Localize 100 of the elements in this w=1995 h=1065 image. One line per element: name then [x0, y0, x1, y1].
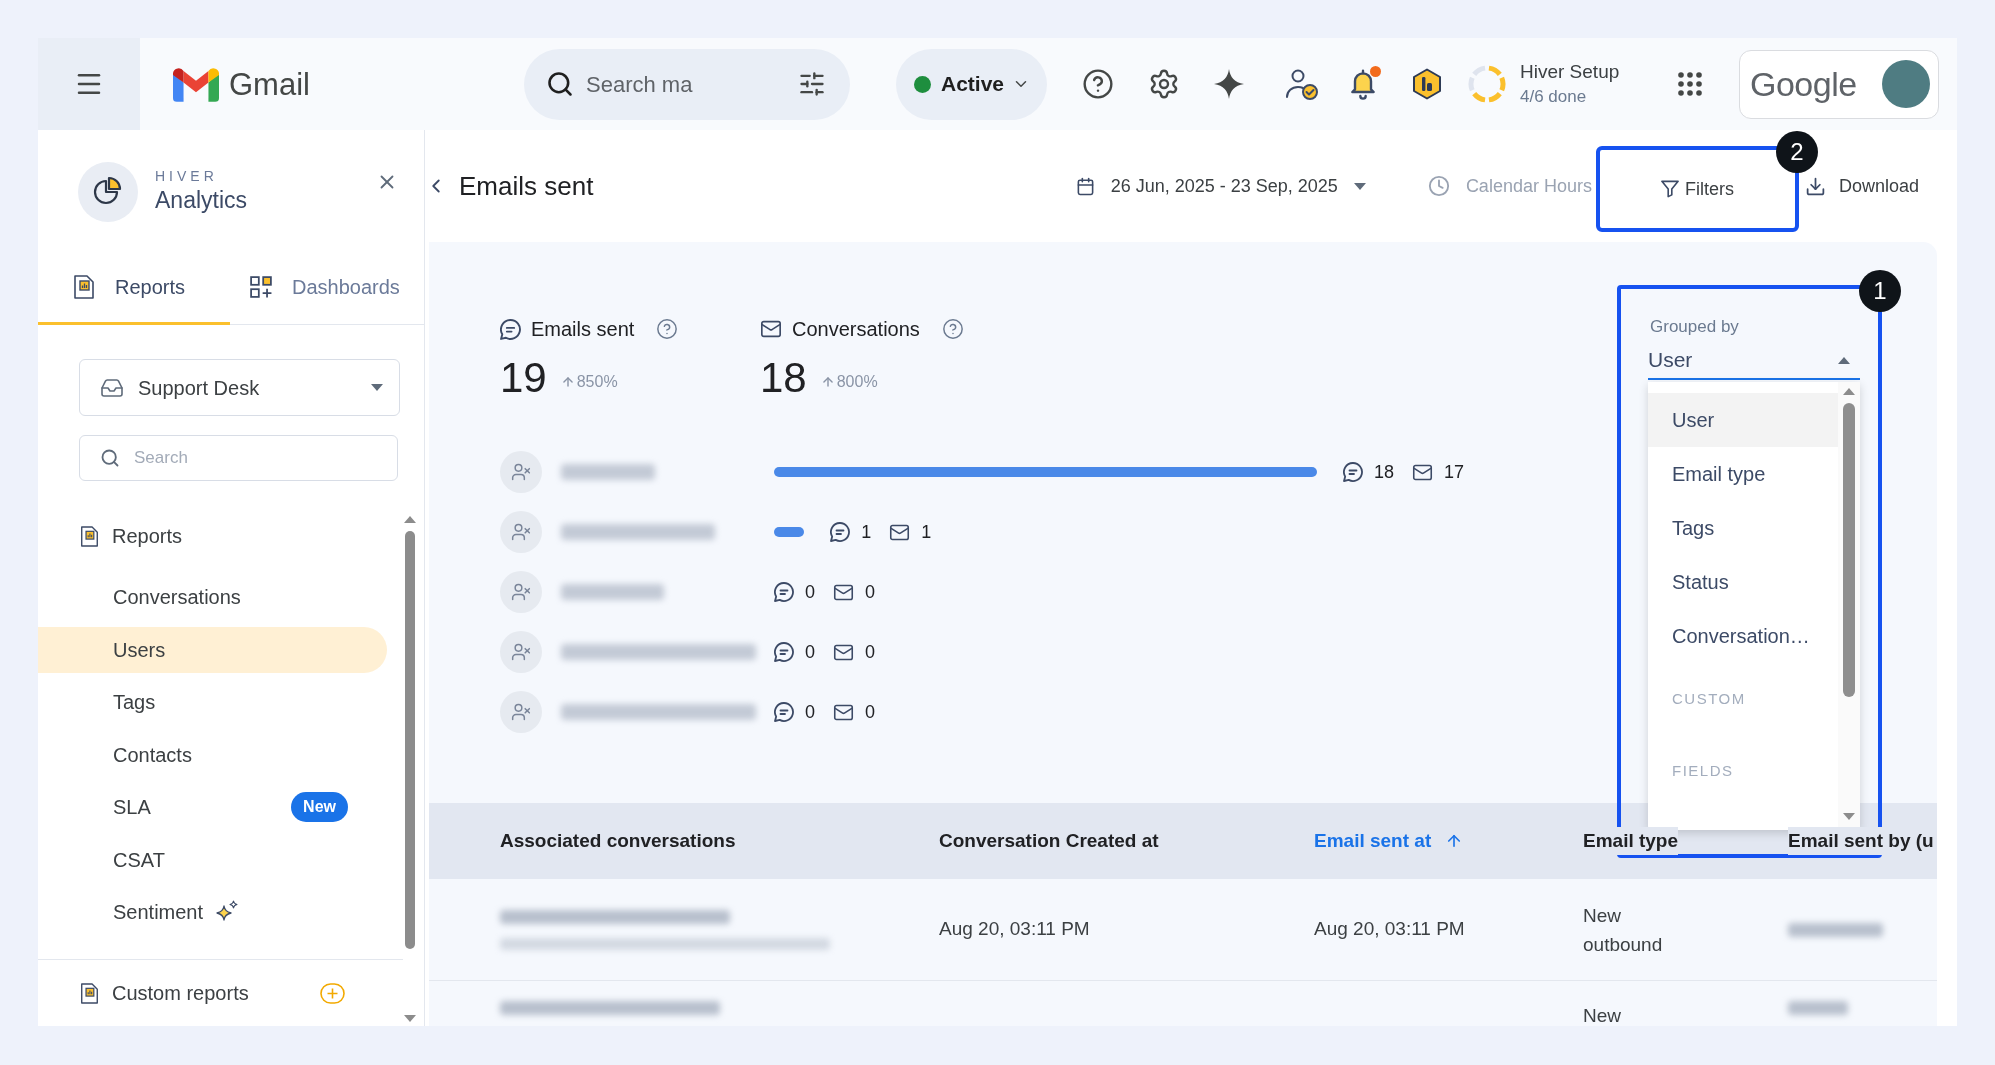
brand-title: Analytics	[155, 186, 248, 215]
brand-overline: HIVER	[155, 167, 219, 185]
grouped-by-select[interactable]: Grouped by User	[1648, 312, 1860, 380]
app-name: Gmail	[229, 68, 310, 100]
menu-section-heading: FIELDS	[1672, 760, 1734, 781]
emails-count: 0	[805, 700, 815, 724]
table-cell: Aug 20, 03:11 PM	[939, 918, 1090, 940]
status-button[interactable]: Active	[896, 48, 1047, 120]
scroll-down-icon	[404, 1015, 416, 1022]
date-range-button[interactable]: 26 Jun, 2025 - 23 Sep, 2025	[1075, 172, 1366, 200]
nav-item[interactable]: SLA New	[38, 784, 387, 831]
hexagon-logo-icon[interactable]	[1412, 68, 1442, 100]
conversations-count: 0	[865, 700, 876, 724]
menu-section-heading: CUSTOM	[1672, 688, 1746, 709]
count-bar	[774, 527, 805, 537]
scroll-down-icon	[1843, 813, 1855, 820]
table-cell-text: New outbound	[1583, 903, 1664, 957]
account-button[interactable]: Google	[1739, 49, 1939, 119]
caret-down-icon	[1353, 182, 1366, 190]
bell-icon[interactable]	[1349, 68, 1377, 100]
stat-change: 850%	[576, 372, 618, 392]
squares-plus-icon	[250, 276, 272, 298]
apps-grid-icon[interactable]	[1678, 72, 1702, 96]
emails-count: 0	[805, 640, 815, 664]
pie-chart-icon	[78, 162, 138, 222]
conversations-count: 1	[921, 520, 932, 544]
dropdown-option[interactable]: Conversation…	[1648, 609, 1838, 663]
user-avatar-icon	[500, 511, 542, 553]
stat-value: 18	[760, 355, 807, 401]
sliders-icon[interactable]	[798, 70, 826, 98]
page-title: Emails sent	[459, 169, 594, 203]
document-chart-icon	[80, 982, 99, 1004]
inbox-select[interactable]: Support Desk	[79, 359, 400, 416]
chat-bubble-icon	[774, 642, 794, 662]
conversations-count: 0	[865, 640, 876, 664]
stat-label: Conversations	[792, 317, 920, 342]
dropdown-option[interactable]: Tags	[1648, 501, 1838, 555]
column-header[interactable]: Email sent by (u	[1788, 826, 1934, 856]
download-icon	[1804, 175, 1826, 197]
user-avatar-icon	[500, 451, 542, 493]
chat-bubble-icon	[500, 318, 521, 340]
sidebar-tab[interactable]: Reports	[38, 252, 230, 325]
blurred-text	[1788, 1001, 1848, 1015]
calendar-icon	[1075, 176, 1095, 196]
mail-icon	[760, 318, 782, 340]
dropdown-option[interactable]: User	[1648, 393, 1838, 447]
table-cell-text: New	[1583, 1004, 1622, 1026]
sparkle-icon[interactable]	[1214, 69, 1244, 99]
stat-value: 19	[500, 355, 547, 401]
nav-item[interactable]: Conversations	[38, 574, 387, 621]
funnel-icon	[1660, 180, 1679, 198]
emails-count: 18	[1374, 460, 1395, 484]
sidebar-tab[interactable]: Dashboards	[230, 252, 408, 325]
document-chart-icon	[80, 525, 99, 547]
nav-item[interactable]: CSAT	[38, 836, 387, 883]
scrollbar-thumb[interactable]	[1843, 403, 1855, 697]
document-chart-icon	[73, 275, 95, 299]
search-icon	[546, 70, 574, 98]
custom-reports-link[interactable]: Custom reports	[112, 978, 249, 1008]
section-title: Reports	[112, 524, 183, 549]
nav-item[interactable]: Sentiment	[38, 889, 387, 936]
conversations-count: 0	[865, 580, 876, 604]
dropdown-option[interactable]: Status	[1648, 555, 1838, 609]
dropdown-option[interactable]: Email type	[1648, 447, 1838, 501]
m-logo-icon	[173, 66, 219, 102]
avatar-placeholder	[1882, 60, 1930, 108]
nav-item[interactable]: Users	[38, 626, 387, 673]
table-cell: Aug 20, 03:11 PM	[1314, 918, 1465, 940]
help-icon[interactable]	[656, 318, 679, 340]
clock-icon	[1427, 175, 1450, 197]
download-button[interactable]: Download	[1804, 172, 1919, 200]
nav-item[interactable]: Contacts	[38, 731, 387, 778]
caret-down-icon	[371, 384, 383, 391]
chat-bubble-icon	[774, 702, 794, 722]
user-avatar-icon	[500, 571, 542, 613]
user-check-icon[interactable]	[1285, 68, 1319, 100]
stat-change: 800%	[836, 372, 878, 392]
stat-label: Emails sent	[531, 317, 635, 342]
callout-marker: 2	[1775, 131, 1818, 173]
emails-count: 1	[861, 520, 872, 544]
chat-bubble-icon	[1343, 462, 1363, 482]
column-header[interactable]: Email type	[1583, 826, 1679, 856]
help-icon[interactable]	[941, 318, 964, 340]
help-icon[interactable]	[1082, 68, 1114, 100]
user-avatar-icon	[500, 631, 542, 673]
search-field[interactable]: Search ma	[524, 48, 850, 120]
callout-marker: 1	[1859, 270, 1901, 312]
chat-bubble-icon	[774, 582, 794, 602]
user-avatar-icon	[500, 691, 542, 733]
setup-count: 4/6 done	[1520, 86, 1588, 108]
scroll-up-icon	[404, 516, 416, 523]
nav-item[interactable]: Tags	[38, 679, 387, 726]
conversations-count: 17	[1444, 460, 1465, 484]
scroll-up-icon	[1843, 388, 1855, 395]
setup-title: Hiver Setup	[1520, 60, 1621, 84]
new-badge: New	[291, 792, 348, 823]
search-icon	[100, 448, 120, 468]
scrollbar-thumb[interactable]	[405, 531, 415, 949]
filters-button[interactable]: Filters	[1660, 175, 1734, 203]
settings-icon[interactable]	[1148, 68, 1180, 100]
